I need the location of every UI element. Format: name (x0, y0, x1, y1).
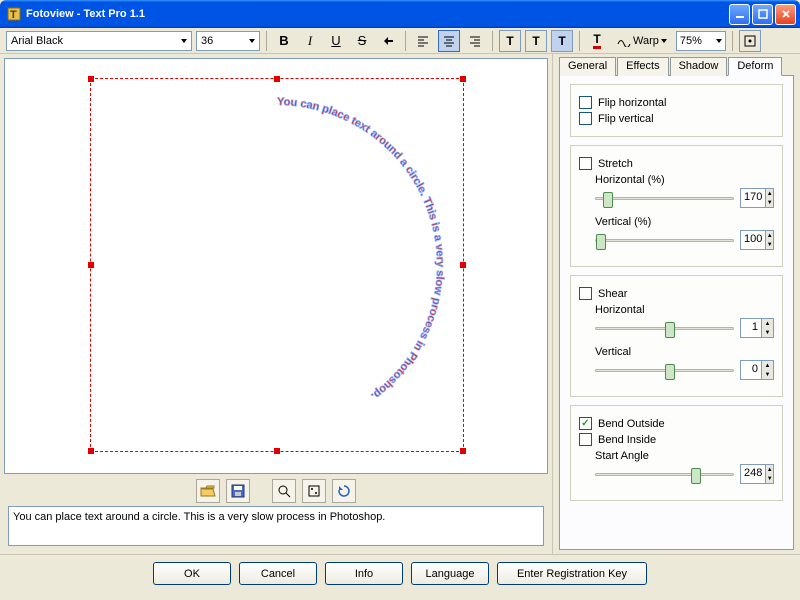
align-right-button[interactable] (464, 30, 486, 52)
tab-bar: General Effects Shadow Deform (559, 56, 794, 76)
info-button[interactable]: Info (325, 562, 403, 585)
stretch-checkbox[interactable]: Stretch (579, 157, 774, 170)
warp-label: Warp (633, 35, 659, 47)
font-name-select[interactable]: Arial Black (6, 31, 192, 51)
stretch-h-label: Horizontal (%) (595, 174, 774, 186)
start-angle-label: Start Angle (595, 450, 774, 462)
shear-v-label: Vertical (595, 346, 774, 358)
text-mode-1-button[interactable]: T (499, 30, 521, 52)
close-button[interactable] (775, 4, 796, 25)
chevron-down-icon (249, 39, 255, 43)
tab-general[interactable]: General (559, 57, 616, 76)
font-name-value: Arial Black (11, 35, 63, 47)
titlebar[interactable]: T Fotoview - Text Pro 1.1 (0, 0, 800, 28)
zoom-button[interactable] (272, 479, 296, 503)
register-button[interactable]: Enter Registration Key (497, 562, 647, 585)
deform-panel: Flip horizontal Flip vertical Stretch Ho… (559, 76, 794, 550)
svg-text:T: T (10, 9, 17, 21)
cancel-button[interactable]: Cancel (239, 562, 317, 585)
font-size-select[interactable]: 36 (196, 31, 260, 51)
separator (579, 31, 580, 51)
chevron-down-icon (716, 39, 722, 43)
shear-h-label: Horizontal (595, 304, 774, 316)
svg-text:You can place text around a ci: You can place text around a circle. This… (277, 96, 446, 402)
shear-v-slider[interactable] (595, 362, 734, 378)
text-color-button[interactable]: T (586, 30, 608, 52)
stretch-h-spin[interactable]: 170▲▼ (740, 188, 774, 208)
flip-horizontal-checkbox[interactable]: Flip horizontal (579, 96, 774, 109)
stretch-v-label: Vertical (%) (595, 216, 774, 228)
maximize-button[interactable] (752, 4, 773, 25)
tab-effects[interactable]: Effects (617, 57, 668, 76)
language-button[interactable]: Language (411, 562, 489, 585)
strike-button[interactable]: S (351, 30, 373, 52)
bend-outside-checkbox[interactable]: ✓Bend Outside (579, 417, 774, 430)
flip-vertical-checkbox[interactable]: Flip vertical (579, 112, 774, 125)
bend-inside-checkbox[interactable]: Bend Inside (579, 433, 774, 446)
window-title: Fotoview - Text Pro 1.1 (26, 8, 729, 20)
font-size-value: 36 (201, 35, 213, 47)
tab-deform[interactable]: Deform (728, 57, 782, 76)
refresh-button[interactable] (332, 479, 356, 503)
shear-checkbox[interactable]: Shear (579, 287, 774, 300)
canvas-toolbar (4, 476, 548, 506)
underline-button[interactable]: U (325, 30, 347, 52)
minimize-button[interactable] (729, 4, 750, 25)
toolbar: Arial Black 36 B I U S T T T T Warp 75% (0, 28, 800, 54)
save-button[interactable] (226, 479, 250, 503)
circular-text: You can place text around a circle. This… (102, 90, 452, 440)
chevron-down-icon (181, 39, 187, 43)
text-mode-3-button[interactable]: T (551, 30, 573, 52)
start-angle-slider[interactable] (595, 466, 734, 482)
italic-button[interactable]: I (299, 30, 321, 52)
zoom-value: 75% (680, 35, 702, 47)
warp-dropdown[interactable]: Warp (612, 30, 672, 52)
rotate-button[interactable] (377, 30, 399, 52)
tab-shadow[interactable]: Shadow (670, 57, 728, 76)
fit-button[interactable] (302, 479, 326, 503)
zoom-select[interactable]: 75% (676, 31, 726, 51)
shear-v-spin[interactable]: 0▲▼ (740, 360, 774, 380)
chevron-down-icon (661, 39, 667, 43)
start-angle-spin[interactable]: 248▲▼ (740, 464, 774, 484)
shear-h-slider[interactable] (595, 320, 734, 336)
align-left-button[interactable] (412, 30, 434, 52)
text-input-value: You can place text around a circle. This… (13, 511, 385, 523)
stretch-v-slider[interactable] (595, 232, 734, 248)
ok-button[interactable]: OK (153, 562, 231, 585)
shear-h-spin[interactable]: 1▲▼ (740, 318, 774, 338)
separator (492, 31, 493, 51)
separator (266, 31, 267, 51)
text-mode-2-button[interactable]: T (525, 30, 547, 52)
bold-button[interactable]: B (273, 30, 295, 52)
stretch-v-spin[interactable]: 100▲▼ (740, 230, 774, 250)
dialog-buttons: OK Cancel Info Language Enter Registrati… (0, 554, 800, 592)
separator (405, 31, 406, 51)
text-input[interactable]: You can place text around a circle. This… (8, 506, 544, 546)
align-center-button[interactable] (438, 30, 460, 52)
open-button[interactable] (196, 479, 220, 503)
preview-canvas[interactable]: You can place text around a circle. This… (4, 58, 548, 474)
options-button[interactable] (739, 30, 761, 52)
stretch-h-slider[interactable] (595, 190, 734, 206)
separator (732, 31, 733, 51)
app-icon: T (6, 6, 22, 22)
